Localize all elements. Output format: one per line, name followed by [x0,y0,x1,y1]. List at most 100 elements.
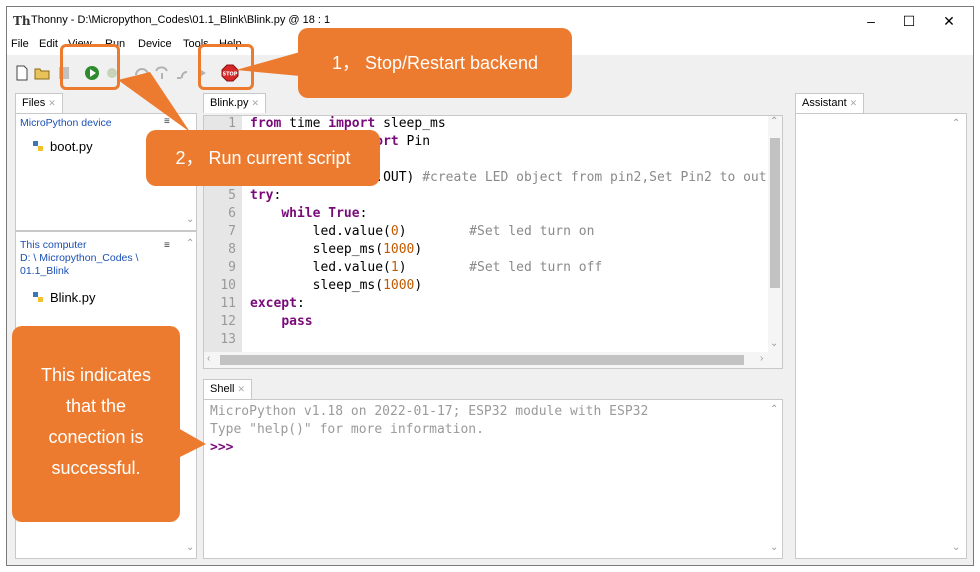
tab-shell[interactable]: Shell ✕ [203,379,253,399]
scroll-up-icon[interactable]: ⌃ [770,404,778,415]
code-token: led.value( [250,260,391,275]
scroll-left-icon[interactable]: ‹ [207,353,210,364]
run-highlight-box [60,44,120,90]
line-number: 12 [220,314,236,329]
code-text: from time import sleep_ms [250,116,446,131]
scrollbar-thumb[interactable] [770,138,780,288]
scrollbar-thumb[interactable] [220,355,744,365]
shell-console[interactable]: MicroPython v1.18 on 2022-01-17; ESP32 m… [203,399,783,559]
shell-prompt[interactable]: >>> [210,440,233,455]
menu-edit[interactable]: Edit [39,38,58,50]
horizontal-scrollbar[interactable]: ‹ › [204,352,782,368]
scroll-up-icon[interactable]: ⌃ [952,118,960,129]
tab-close-icon[interactable]: ✕ [252,98,260,108]
tab-close-icon[interactable]: ✕ [48,98,56,108]
code-token: : [273,188,282,203]
tab-assistant[interactable]: Assistant ✕ [795,93,865,113]
keyword-token: except [250,296,297,311]
code-line[interactable]: 13 [204,332,782,350]
code-text: while True: [250,206,367,221]
window-title: Thonny - D:\Micropython_Codes\01.1_Blink… [31,14,331,26]
step-over-icon[interactable] [133,64,151,82]
file-item[interactable]: boot.py [32,139,93,154]
code-line[interactable]: 10 sleep_ms(1000) [204,278,782,296]
maximize-button[interactable]: ☐ [891,11,927,31]
keyword-token: from [250,116,282,131]
code-token: ) [414,242,423,257]
comment-token: #Set led turn off [469,260,603,275]
code-token: time [281,116,329,131]
scroll-down-icon[interactable]: ⌄ [186,214,194,225]
minimize-button[interactable]: – [853,11,889,31]
assistant-panel: ⌃ ⌄ [795,113,967,559]
computer-path: D: \ Micropython_Codes \ 01.1_Blink [20,252,139,277]
code-token: sleep_ms [375,116,446,131]
code-line[interactable]: 5 try: [204,188,782,206]
step-into-icon[interactable] [153,64,171,82]
close-button[interactable]: ✕ [931,11,967,31]
code-text: except: [250,296,305,311]
stop-callout: 1， Stop/Restart backend [298,28,572,98]
keyword-token: try [250,188,274,203]
python-file-icon [33,292,43,302]
code-token: ) [398,224,470,239]
line-number: 7 [228,224,236,239]
scroll-down-icon[interactable]: ⌄ [770,542,778,553]
device-menu-icon[interactable]: ≡ [164,116,170,127]
code-token: : [296,296,305,311]
tab-blink-py[interactable]: Blink.py ✕ [203,93,267,113]
code-text: pass [250,314,313,329]
code-text: sleep_ms(1000) [250,278,423,293]
line-number: 1 [228,116,236,131]
run-callout: 2， Run current script [146,130,380,186]
menu-device[interactable]: Device [138,38,172,50]
code-line[interactable]: 8 sleep_ms(1000) [204,242,782,260]
number-token: 0 [390,224,399,239]
scroll-down-icon[interactable]: ⌄ [186,542,194,553]
file-name: Blink.py [50,290,96,305]
computer-menu-icon[interactable]: ≡ [164,240,170,251]
code-token: ) [414,278,423,293]
keyword-token: True [328,206,360,221]
code-line[interactable]: 11 except: [204,296,782,314]
step-out-icon[interactable] [173,64,191,82]
code-text: try: [250,188,281,203]
line-number: 11 [220,296,236,311]
code-token: Pin [398,134,431,149]
device-files-header[interactable]: MicroPython device [20,117,112,130]
computer-files-header[interactable]: This computer [20,239,87,252]
tab-files[interactable]: Files ✕ [15,93,63,113]
files-tab-label: Files [22,97,46,109]
scroll-up-icon[interactable]: ⌃ [186,238,194,249]
menu-file[interactable]: File [11,38,29,50]
tab-close-icon[interactable]: ✕ [237,384,245,394]
code-line[interactable]: 6 while True: [204,206,782,224]
editor-tab-label: Blink.py [210,97,249,109]
code-token: sleep_ms( [250,242,384,257]
vertical-scrollbar[interactable]: ⌃ ⌄ [768,116,782,352]
assistant-tab-label: Assistant [802,97,847,109]
python-file-icon [33,141,43,151]
code-line[interactable]: 12 pass [204,314,782,332]
tab-close-icon[interactable]: ✕ [850,98,858,108]
keyword-token: import [328,116,376,131]
line-number: 10 [220,278,236,293]
code-text: led.value(1) #Set led turn off [250,260,603,275]
code-line[interactable]: 9 led.value(1) #Set led turn off [204,260,782,278]
code-text: sleep_ms(1000) [250,242,423,257]
open-file-icon[interactable] [33,64,51,82]
number-token: 1000 [383,242,415,257]
keyword-token: pass [281,314,313,329]
thonny-logo-icon: Th [13,14,31,28]
scroll-up-icon[interactable]: ⌃ [770,116,778,127]
line-number: 9 [228,260,236,275]
code-line[interactable]: 7 led.value(0) #Set led turn on [204,224,782,242]
file-item[interactable]: Blink.py [32,290,96,305]
new-file-icon[interactable] [13,64,31,82]
comment-token: #Set led turn on [469,224,595,239]
scroll-down-icon[interactable]: ⌄ [952,542,960,553]
scroll-down-icon[interactable]: ⌄ [770,338,778,349]
scroll-right-icon[interactable]: › [760,353,763,364]
